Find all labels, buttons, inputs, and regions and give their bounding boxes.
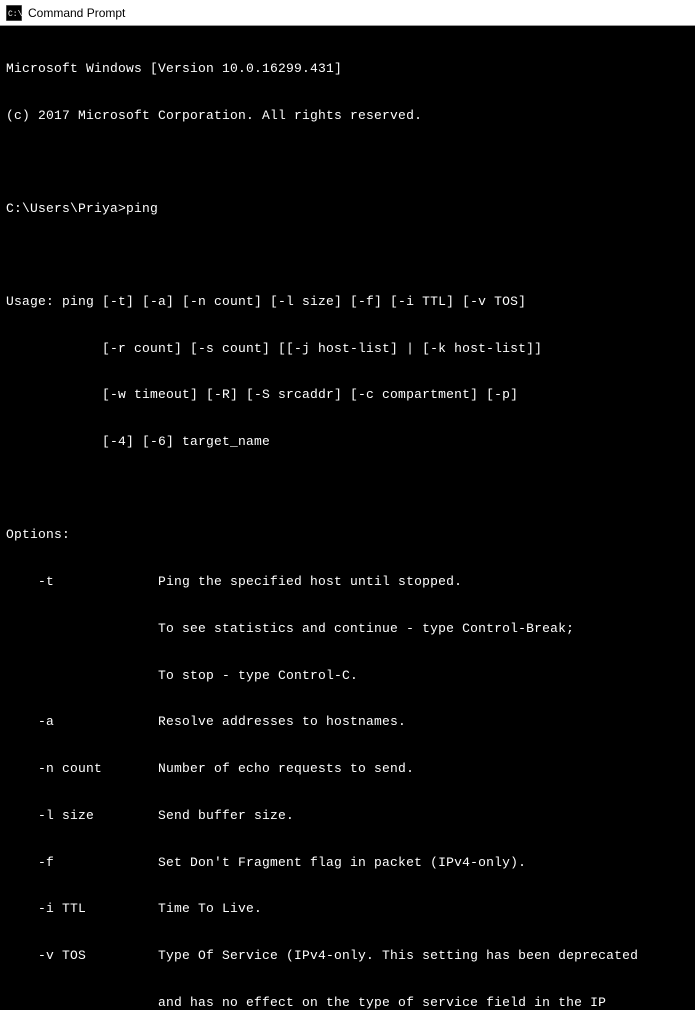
terminal-line: C:\Users\Priya>ping: [6, 201, 689, 217]
terminal-line: To stop - type Control-C.: [6, 668, 689, 684]
terminal-line: -v TOS Type Of Service (IPv4-only. This …: [6, 948, 689, 964]
terminal-line: [-w timeout] [-R] [-S srcaddr] [-c compa…: [6, 387, 689, 403]
cmd-icon: C:\: [6, 5, 22, 21]
terminal-line: Usage: ping [-t] [-a] [-n count] [-l siz…: [6, 294, 689, 310]
svg-text:C:\: C:\: [8, 10, 22, 19]
terminal-line: To see statistics and continue - type Co…: [6, 621, 689, 637]
titlebar: C:\ Command Prompt: [0, 0, 695, 26]
terminal-line: -i TTL Time To Live.: [6, 901, 689, 917]
terminal-line: -a Resolve addresses to hostnames.: [6, 714, 689, 730]
terminal-line: (c) 2017 Microsoft Corporation. All righ…: [6, 108, 689, 124]
terminal-line: [-r count] [-s count] [[-j host-list] | …: [6, 341, 689, 357]
terminal-line: and has no effect on the type of service…: [6, 995, 689, 1010]
titlebar-text: Command Prompt: [28, 6, 125, 20]
terminal-line: [6, 155, 689, 170]
terminal-line: [6, 248, 689, 263]
terminal-output[interactable]: Microsoft Windows [Version 10.0.16299.43…: [0, 26, 695, 1010]
terminal-line: Options:: [6, 527, 689, 543]
terminal-line: [-4] [-6] target_name: [6, 434, 689, 450]
terminal-line: -t Ping the specified host until stopped…: [6, 574, 689, 590]
terminal-line: [6, 481, 689, 496]
terminal-line: Microsoft Windows [Version 10.0.16299.43…: [6, 61, 689, 77]
terminal-line: -f Set Don't Fragment flag in packet (IP…: [6, 855, 689, 871]
terminal-line: -n count Number of echo requests to send…: [6, 761, 689, 777]
terminal-line: -l size Send buffer size.: [6, 808, 689, 824]
